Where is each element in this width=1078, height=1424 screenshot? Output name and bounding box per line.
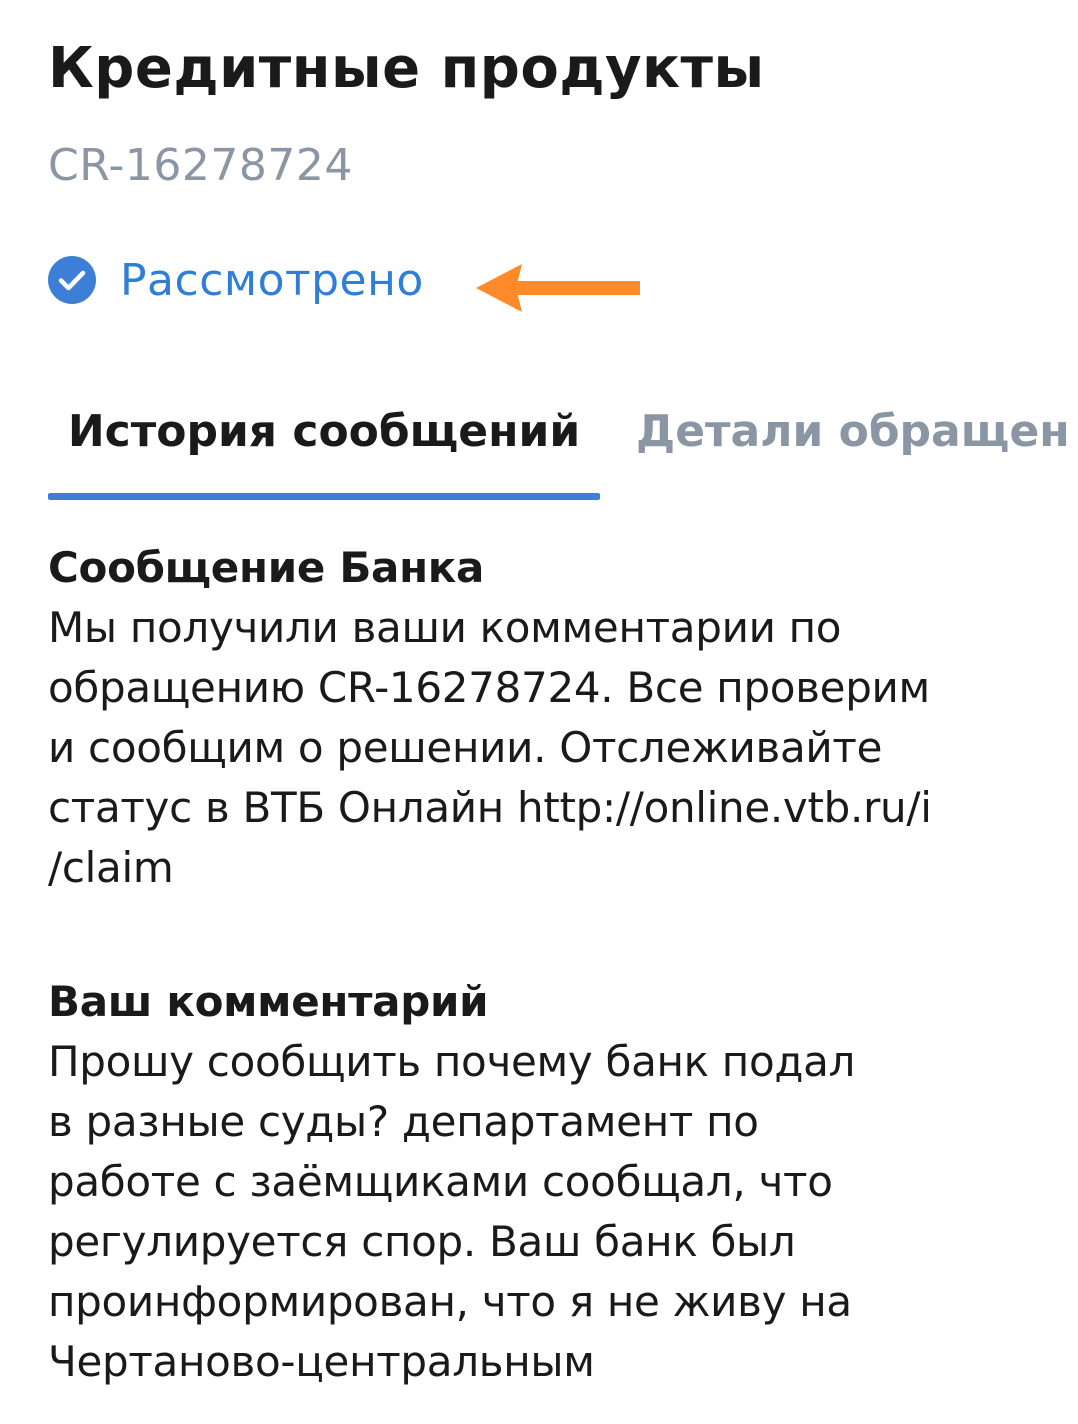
status-label: Рассмотрено (120, 254, 424, 306)
user-comment-line: в разные суды? департамент по (48, 1097, 759, 1146)
user-comment-title: Ваш комментарий (48, 977, 489, 1026)
user-comment-text: Прошу сообщить почему банк подал в разны… (48, 1032, 1028, 1392)
active-tab-indicator (48, 493, 600, 500)
tab-message-history[interactable]: История сообщений (48, 390, 600, 502)
user-comment-line: работе с заёмщиками сообщал, что (48, 1157, 833, 1206)
page-title: Кредитные продукты (48, 36, 765, 101)
bank-message-line: обращению CR-16278724. Все проверим (48, 663, 930, 712)
tab-bar: История сообщений Детали обращен (0, 390, 1078, 502)
user-comment-line: проинформирован, что я не живу на (48, 1277, 852, 1326)
status-row: Рассмотрено (48, 252, 424, 308)
bank-message-text: Мы получили ваши комментарии по обращени… (48, 598, 1028, 898)
user-comment-line: Чертаново-центральным (48, 1337, 595, 1386)
bank-message: Сообщение Банка Мы получили ваши коммент… (48, 538, 1028, 898)
user-comment-line: Прошу сообщить почему банк подал (48, 1037, 856, 1086)
bank-message-title: Сообщение Банка (48, 543, 485, 592)
bank-message-line: Мы получили ваши комментарии по (48, 603, 842, 652)
tab-request-details[interactable]: Детали обращен (636, 390, 1078, 502)
bank-message-line[interactable]: статус в ВТБ Онлайн http://online.vtb.ru… (48, 778, 1028, 838)
request-id: CR-16278724 (48, 140, 353, 191)
bank-message-line[interactable]: /claim (48, 838, 1028, 898)
user-comment-line: регулируется спор. Ваш банк был (48, 1217, 796, 1266)
check-circle-icon (48, 256, 96, 304)
bank-message-line: и сообщим о решении. Отслеживайте (48, 723, 883, 772)
arrow-left-icon (476, 264, 640, 312)
user-comment: Ваш комментарий Прошу сообщить почему ба… (48, 972, 1028, 1392)
tab-message-history-label: История сообщений (67, 406, 581, 457)
tab-request-details-label: Детали обращен (636, 406, 1070, 457)
